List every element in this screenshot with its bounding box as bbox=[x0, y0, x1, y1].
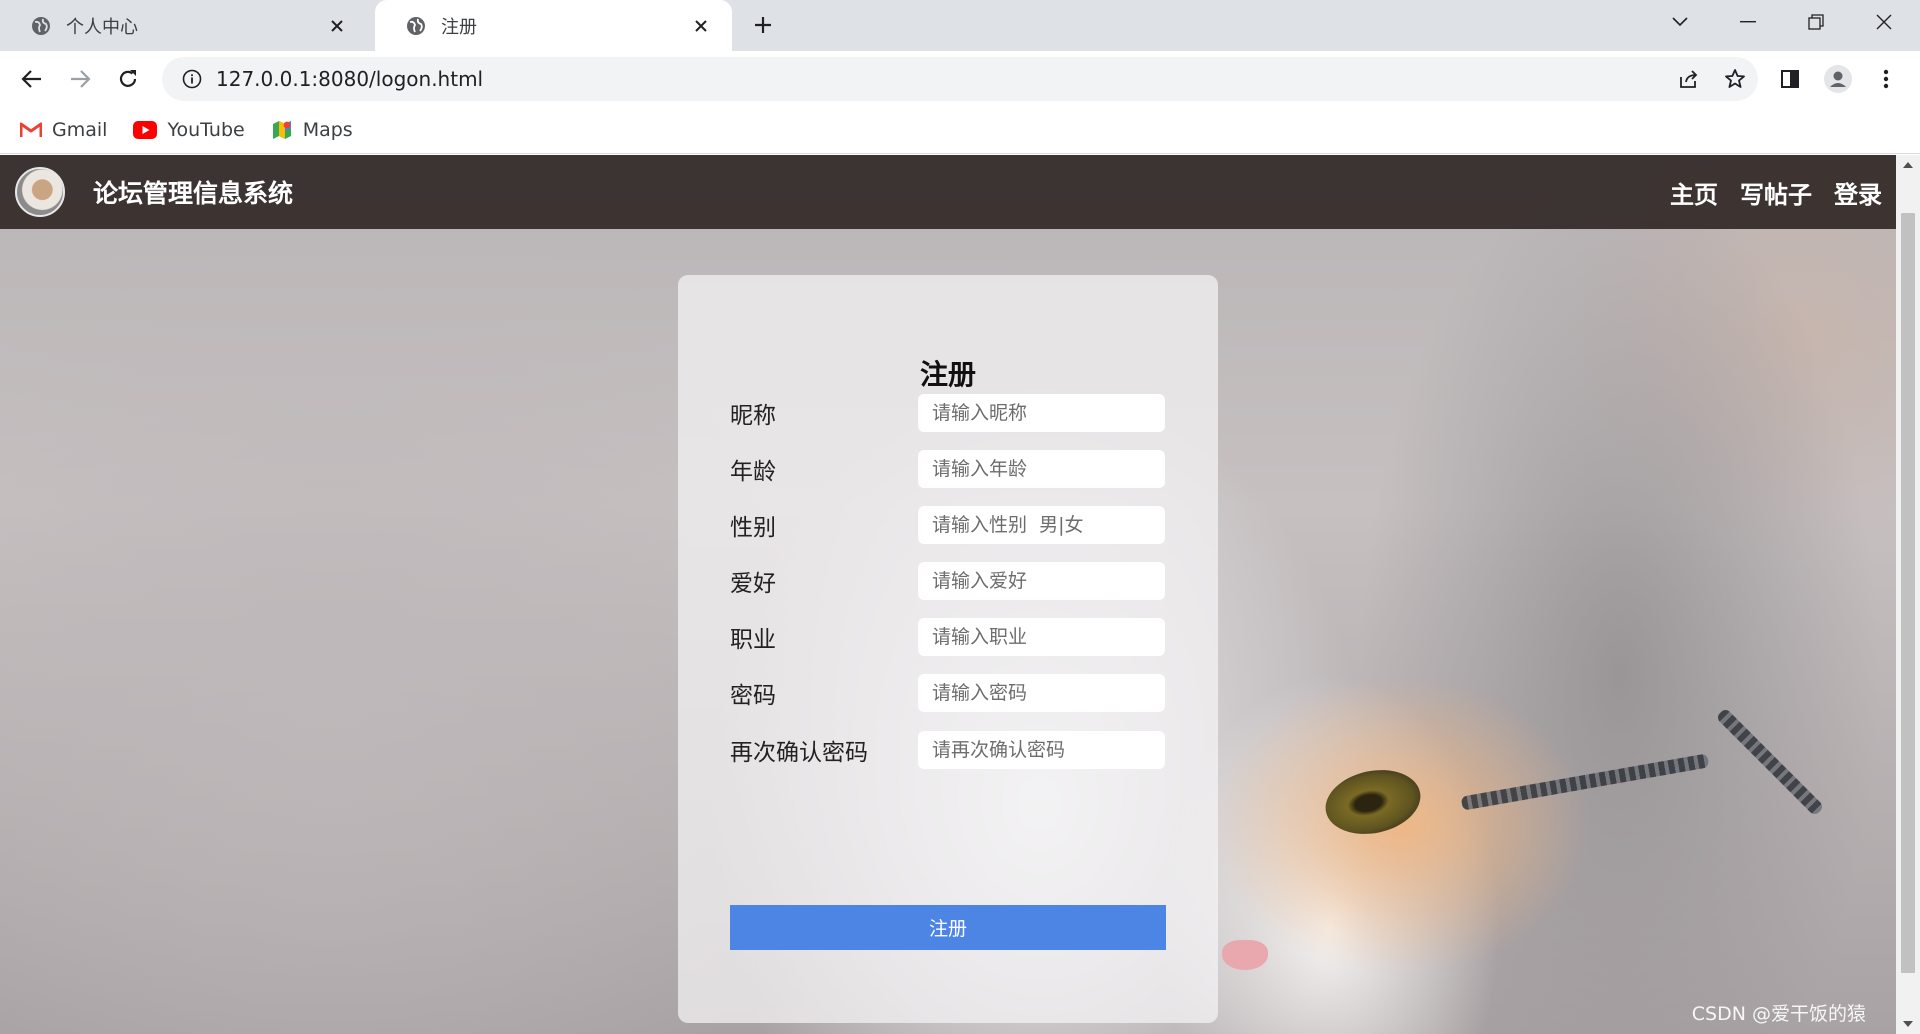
restore-icon[interactable] bbox=[1784, 0, 1848, 44]
background-image bbox=[1715, 707, 1825, 817]
gmail-icon bbox=[20, 122, 42, 138]
globe-icon bbox=[30, 15, 52, 37]
menu-icon[interactable] bbox=[1868, 61, 1904, 97]
nav-write-post-link[interactable]: 写帖子 bbox=[1740, 175, 1812, 210]
register-button[interactable]: 注册 bbox=[730, 905, 1166, 950]
bookmark-gmail[interactable]: Gmail bbox=[20, 119, 107, 141]
bookmark-label: Maps bbox=[302, 119, 353, 141]
field-label: 密码 bbox=[730, 683, 776, 709]
field-label: 年龄 bbox=[730, 459, 776, 485]
background-image bbox=[1460, 753, 1710, 811]
watermark: CSDN @爱干饭的猿 bbox=[1691, 1003, 1866, 1025]
register-card: 注册 昵称 年龄 性别 爱好 职业 密码 再次确认密码 注册 bbox=[678, 275, 1218, 1023]
nav-home-link[interactable]: 主页 bbox=[1670, 175, 1718, 210]
profile-icon[interactable] bbox=[1820, 61, 1856, 97]
address-bar[interactable]: 127.0.0.1:8080/logon.html bbox=[162, 57, 1758, 101]
nav-login-link[interactable]: 登录 bbox=[1834, 175, 1882, 210]
site-logo bbox=[15, 167, 65, 217]
bookmarks-bar: Gmail YouTube Maps bbox=[0, 107, 1920, 154]
tab-register[interactable]: 注册 bbox=[375, 0, 732, 51]
site-title: 论坛管理信息系统 bbox=[93, 179, 294, 208]
tab-strip: 个人中心 注册 bbox=[0, 0, 1920, 51]
site-info-icon[interactable] bbox=[168, 69, 216, 89]
bookmark-maps[interactable]: Maps bbox=[271, 119, 353, 141]
close-window-icon[interactable] bbox=[1852, 0, 1916, 44]
field-label: 性别 bbox=[730, 515, 776, 541]
site-nav: 主页 写帖子 登录 bbox=[1648, 155, 1882, 229]
background-image bbox=[1222, 940, 1268, 970]
form-title: 注册 bbox=[919, 358, 976, 391]
confirm-password-input[interactable] bbox=[918, 731, 1165, 769]
scrollbar-thumb[interactable] bbox=[1901, 213, 1915, 973]
minimize-icon[interactable] bbox=[1716, 0, 1780, 44]
background-image bbox=[1319, 761, 1427, 843]
confirm-password-row: 再次确认密码 bbox=[730, 730, 1166, 770]
field-label: 爱好 bbox=[730, 571, 776, 597]
close-icon[interactable] bbox=[688, 13, 714, 39]
tab-search-icon[interactable] bbox=[1648, 0, 1712, 44]
close-icon[interactable] bbox=[324, 13, 350, 39]
maps-icon bbox=[271, 119, 293, 141]
occupation-row: 职业 bbox=[730, 617, 1166, 657]
site-header: 论坛管理信息系统 主页 写帖子 登录 bbox=[0, 155, 1896, 229]
page-scrollbar[interactable] bbox=[1896, 155, 1920, 1034]
scroll-up-icon[interactable] bbox=[1896, 155, 1920, 175]
field-label: 职业 bbox=[730, 627, 776, 653]
bookmark-label: Gmail bbox=[52, 119, 108, 141]
nickname-input[interactable] bbox=[918, 394, 1165, 432]
gender-row: 性别 bbox=[730, 505, 1166, 545]
tab-personal-center[interactable]: 个人中心 bbox=[0, 0, 368, 51]
share-icon[interactable] bbox=[1666, 57, 1712, 101]
browser-toolbar: 127.0.0.1:8080/logon.html bbox=[0, 51, 1920, 107]
bookmark-youtube[interactable]: YouTube bbox=[133, 119, 245, 141]
globe-icon bbox=[405, 15, 427, 37]
field-label: 再次确认密码 bbox=[730, 740, 868, 766]
age-row: 年龄 bbox=[730, 449, 1166, 489]
occupation-input[interactable] bbox=[918, 618, 1165, 656]
youtube-icon bbox=[133, 121, 158, 139]
gender-input[interactable] bbox=[918, 506, 1165, 544]
hobby-row: 爱好 bbox=[730, 561, 1166, 601]
new-tab-button[interactable] bbox=[748, 10, 778, 40]
page-viewport: 论坛管理信息系统 主页 写帖子 登录 注册 昵称 年龄 性别 爱好 职业 bbox=[0, 155, 1896, 1034]
tab-title: 个人中心 bbox=[66, 16, 138, 38]
side-panel-icon[interactable] bbox=[1772, 61, 1808, 97]
star-icon[interactable] bbox=[1712, 57, 1758, 101]
scroll-down-icon[interactable] bbox=[1896, 1014, 1920, 1034]
field-label: 昵称 bbox=[730, 403, 776, 429]
back-icon[interactable] bbox=[14, 61, 50, 97]
url-text[interactable]: 127.0.0.1:8080/logon.html bbox=[216, 67, 1666, 91]
password-row: 密码 bbox=[730, 673, 1166, 713]
password-input[interactable] bbox=[918, 674, 1165, 712]
reload-icon[interactable] bbox=[110, 61, 146, 97]
nickname-row: 昵称 bbox=[730, 393, 1166, 433]
age-input[interactable] bbox=[918, 450, 1165, 488]
hobby-input[interactable] bbox=[918, 562, 1165, 600]
tab-title: 注册 bbox=[441, 16, 477, 38]
bookmark-label: YouTube bbox=[167, 119, 245, 141]
forward-icon[interactable] bbox=[62, 61, 98, 97]
